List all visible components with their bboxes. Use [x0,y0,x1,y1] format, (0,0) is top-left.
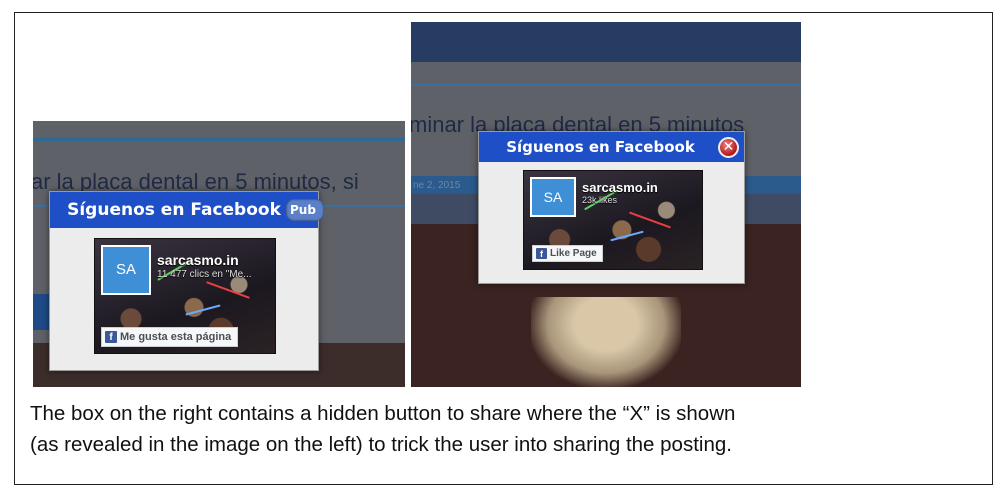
left-fb-avatar[interactable]: SA [101,245,151,295]
left-popup-header: Síguenos en Facebook [50,192,318,228]
left-fb-count: 11 477 clics en "Me... [157,269,252,280]
right-post-date: ne 2, 2015 [413,180,461,191]
right-popup-header: Síguenos en Facebook [479,132,744,162]
caption-line-2: (as revealed in the image on the left) t… [30,433,732,456]
right-screenshot: minar la placa dental en 5 minutos ne 2,… [411,22,801,387]
left-fb-page-widget[interactable]: SA sarcasmo.in 11 477 clics en "Me... f … [94,238,276,354]
left-like-label: Me gusta esta página [120,331,232,343]
right-fb-avatar[interactable]: SA [530,177,576,217]
right-like-button[interactable]: f Like Page [532,245,603,262]
teeth-photo [531,297,681,387]
right-follow-popup: Síguenos en Facebook ✕ SA sarcasmo.in 23… [478,131,745,284]
caption-line-1: The box on the right contains a hidden b… [30,402,736,425]
left-popup-title: Síguenos en Facebook [67,200,281,220]
right-popup-title: Síguenos en Facebook [506,138,695,156]
right-fb-page-widget[interactable]: SA sarcasmo.in 23k likes f Like Page [523,170,703,270]
left-screenshot: ar la placa dental en 5 minutos, si Sígu… [33,121,405,387]
facebook-f-icon: f [536,248,547,259]
right-like-label: Like Page [550,248,597,259]
left-follow-popup: Síguenos en Facebook Pub SA sarcasmo.in … [49,191,324,371]
left-like-button[interactable]: f Me gusta esta página [101,327,239,347]
facebook-f-icon: f [105,331,117,343]
figure-caption: The box on the right contains a hidden b… [30,398,980,460]
right-fb-count: 23k likes [582,195,618,205]
hidden-share-button[interactable]: Pub [286,199,324,221]
left-fb-page-name[interactable]: sarcasmo.in [157,252,239,268]
close-icon[interactable]: ✕ [718,137,739,158]
right-fb-page-name[interactable]: sarcasmo.in [582,180,658,195]
